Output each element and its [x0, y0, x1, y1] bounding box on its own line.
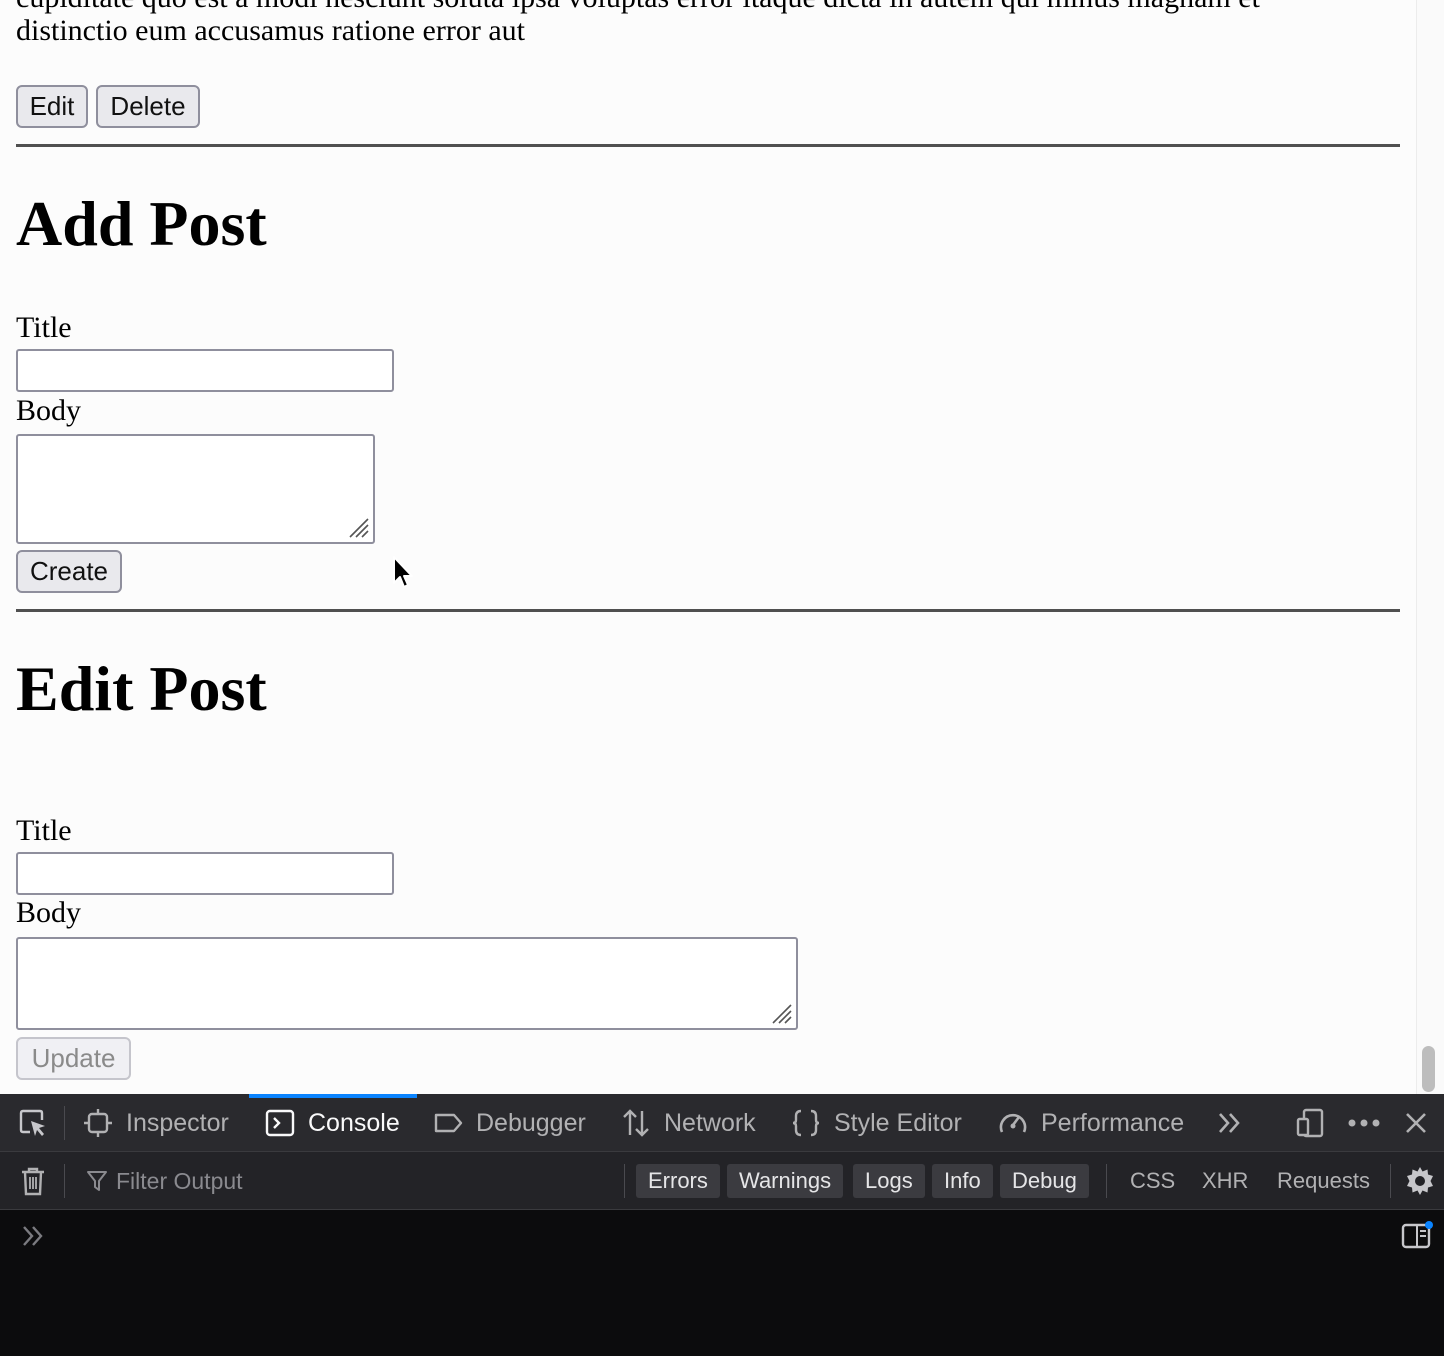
edit-button[interactable]: Edit — [16, 85, 88, 128]
close-icon — [1406, 1113, 1426, 1133]
debugger-icon — [434, 1113, 463, 1133]
mouse-cursor-icon — [393, 556, 413, 588]
page-viewport: cupiditate quo est a modi nesciunt solut… — [0, 0, 1444, 1094]
devtools-toolbar: Inspector Console Debugger Network Style… — [0, 1094, 1444, 1152]
add-title-input[interactable] — [16, 349, 394, 392]
console-input[interactable] — [60, 1212, 1380, 1256]
update-button[interactable]: Update — [16, 1037, 131, 1080]
devtools-panel: Inspector Console Debugger Network Style… — [0, 1094, 1444, 1356]
add-post-heading: Add Post — [16, 188, 267, 259]
toolbar-separator — [64, 1164, 65, 1198]
tab-performance[interactable]: Performance — [997, 1094, 1184, 1152]
performance-icon — [999, 1113, 1027, 1133]
inspector-icon — [84, 1109, 112, 1137]
ellipsis-icon — [1348, 1119, 1380, 1127]
more-tools-button[interactable] — [1210, 1094, 1250, 1152]
delete-button[interactable]: Delete — [96, 85, 200, 128]
filter-info-button[interactable]: Info — [932, 1164, 993, 1198]
filter-logs-button[interactable]: Logs — [853, 1164, 925, 1198]
tab-label: Style Editor — [834, 1108, 962, 1137]
chevron-double-right-icon — [1219, 1113, 1240, 1133]
toolbar-separator — [1390, 1164, 1391, 1198]
element-picker-icon — [19, 1109, 45, 1136]
console-icon — [265, 1109, 295, 1137]
toolbar-separator — [64, 1106, 65, 1140]
active-tab-indicator — [249, 1094, 417, 1098]
console-prompt-icon — [23, 1226, 43, 1246]
filter-xhr-button[interactable]: XHR — [1202, 1164, 1248, 1198]
responsive-design-icon — [1296, 1108, 1324, 1138]
edit-body-textarea[interactable] — [16, 937, 798, 1030]
edit-body-label: Body — [16, 896, 82, 929]
tab-label: Performance — [1041, 1108, 1185, 1137]
tab-inspector[interactable]: Inspector — [82, 1094, 229, 1152]
divider — [16, 609, 1400, 612]
divider — [16, 144, 1400, 147]
network-icon — [623, 1109, 649, 1137]
filter-requests-button[interactable]: Requests — [1277, 1164, 1370, 1198]
console-settings-button[interactable] — [1400, 1152, 1440, 1210]
devtools-menu-button[interactable] — [1344, 1094, 1384, 1152]
toolbar-separator — [624, 1164, 625, 1198]
create-button[interactable]: Create — [16, 550, 122, 593]
tab-debugger[interactable]: Debugger — [432, 1094, 586, 1152]
edit-title-label: Title — [16, 814, 72, 847]
filter-warnings-button[interactable]: Warnings — [727, 1164, 844, 1198]
edit-post-heading: Edit Post — [16, 653, 267, 724]
tab-label: Console — [308, 1108, 400, 1137]
resize-grip-icon[interactable] — [769, 1001, 793, 1025]
console-filter-bar: Errors Warnings Logs Info Debug CSS XHR … — [0, 1152, 1444, 1210]
close-devtools-button[interactable] — [1398, 1094, 1434, 1152]
add-body-textarea[interactable] — [16, 434, 375, 544]
post-body-text-line2: distinctio eum accusamus ratione error a… — [16, 14, 525, 47]
filter-css-button[interactable]: CSS — [1130, 1164, 1175, 1198]
tab-label: Debugger — [476, 1108, 586, 1137]
tab-style-editor[interactable]: Style Editor — [790, 1094, 962, 1152]
edit-title-input[interactable] — [16, 852, 394, 895]
style-editor-icon — [792, 1109, 820, 1137]
toolbar-separator — [1106, 1164, 1107, 1198]
add-title-label: Title — [16, 311, 72, 344]
clear-console-button[interactable] — [14, 1152, 52, 1210]
filter-errors-button[interactable]: Errors — [636, 1164, 720, 1198]
tab-label: Network — [664, 1108, 756, 1137]
trash-icon — [22, 1167, 44, 1196]
add-body-label: Body — [16, 394, 82, 427]
filter-output-input[interactable] — [84, 1160, 614, 1202]
tab-console[interactable]: Console — [264, 1094, 400, 1152]
post-body-text: cupiditate quo est a modi nesciunt solut… — [16, 0, 1260, 15]
gear-icon — [1407, 1167, 1433, 1195]
responsive-design-button[interactable] — [1290, 1094, 1330, 1152]
scrollbar-thumb[interactable] — [1422, 1046, 1435, 1092]
filter-debug-button[interactable]: Debug — [1000, 1164, 1089, 1198]
page-scrollbar[interactable] — [1416, 0, 1444, 1094]
sidebar-toggle-icon[interactable] — [1400, 1220, 1434, 1252]
tab-label: Inspector — [126, 1108, 229, 1137]
element-picker-button[interactable] — [14, 1094, 52, 1152]
resize-grip-icon[interactable] — [346, 515, 370, 539]
tab-network[interactable]: Network — [620, 1094, 756, 1152]
